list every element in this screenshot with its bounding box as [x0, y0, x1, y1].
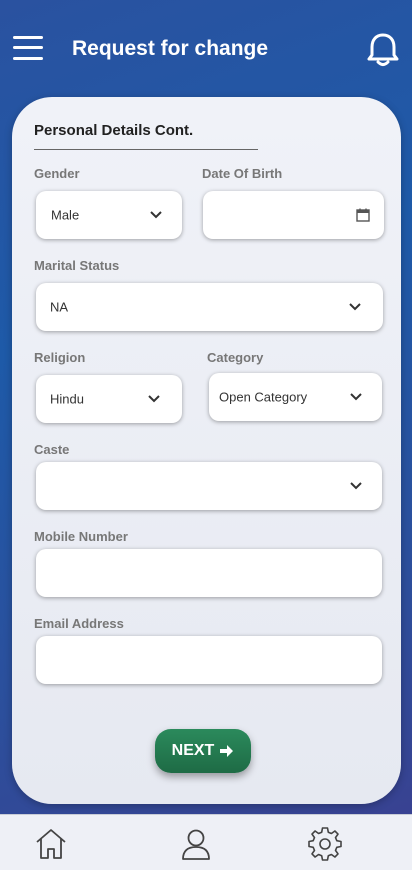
dob-field[interactable] [203, 191, 384, 239]
email-input[interactable] [36, 636, 382, 684]
marital-status-value: NA [50, 299, 69, 315]
bottom-nav [0, 814, 412, 870]
next-label: NEXT [171, 742, 215, 759]
gender-label: Gender [34, 166, 80, 181]
home-icon[interactable] [34, 827, 68, 861]
marital-status-select[interactable]: NA [36, 283, 383, 331]
category-value: Open Category [219, 389, 308, 405]
bell-icon[interactable] [366, 32, 400, 68]
section-divider [34, 149, 258, 150]
profile-icon[interactable] [179, 827, 213, 861]
mobile-label: Mobile Number [34, 529, 128, 544]
app-header: Request for change [0, 0, 412, 100]
menu-line [13, 57, 43, 60]
caste-label: Caste [34, 442, 70, 457]
religion-label: Religion [34, 350, 86, 365]
religion-select[interactable]: Hindu [36, 375, 182, 423]
settings-icon[interactable] [308, 827, 342, 861]
form-card: Personal Details Cont. Gender Male Date … [12, 97, 401, 804]
menu-line [13, 46, 43, 49]
category-select[interactable]: Open Category [209, 373, 382, 421]
menu-line [13, 36, 43, 39]
gender-value: Male [51, 207, 80, 223]
category-label: Category [207, 350, 264, 365]
calendar-icon[interactable] [356, 208, 370, 222]
chevron-down-icon [150, 211, 162, 219]
mobile-number-input[interactable] [36, 549, 382, 597]
chevron-down-icon [148, 395, 160, 403]
next-button[interactable]: NEXT [155, 729, 251, 773]
marital-status-label: Marital Status [34, 258, 120, 273]
menu-button[interactable] [13, 34, 43, 62]
caste-select[interactable] [36, 462, 382, 510]
arrow-right-icon [220, 745, 234, 757]
chevron-down-icon [350, 393, 362, 401]
chevron-down-icon [350, 482, 362, 490]
email-label: Email Address [34, 616, 124, 631]
dob-label: Date Of Birth [202, 166, 283, 181]
religion-value: Hindu [50, 391, 84, 407]
page-title: Request for change [72, 37, 269, 60]
gender-select[interactable]: Male [36, 191, 182, 239]
section-title: Personal Details Cont. [34, 122, 194, 139]
chevron-down-icon [349, 303, 361, 311]
